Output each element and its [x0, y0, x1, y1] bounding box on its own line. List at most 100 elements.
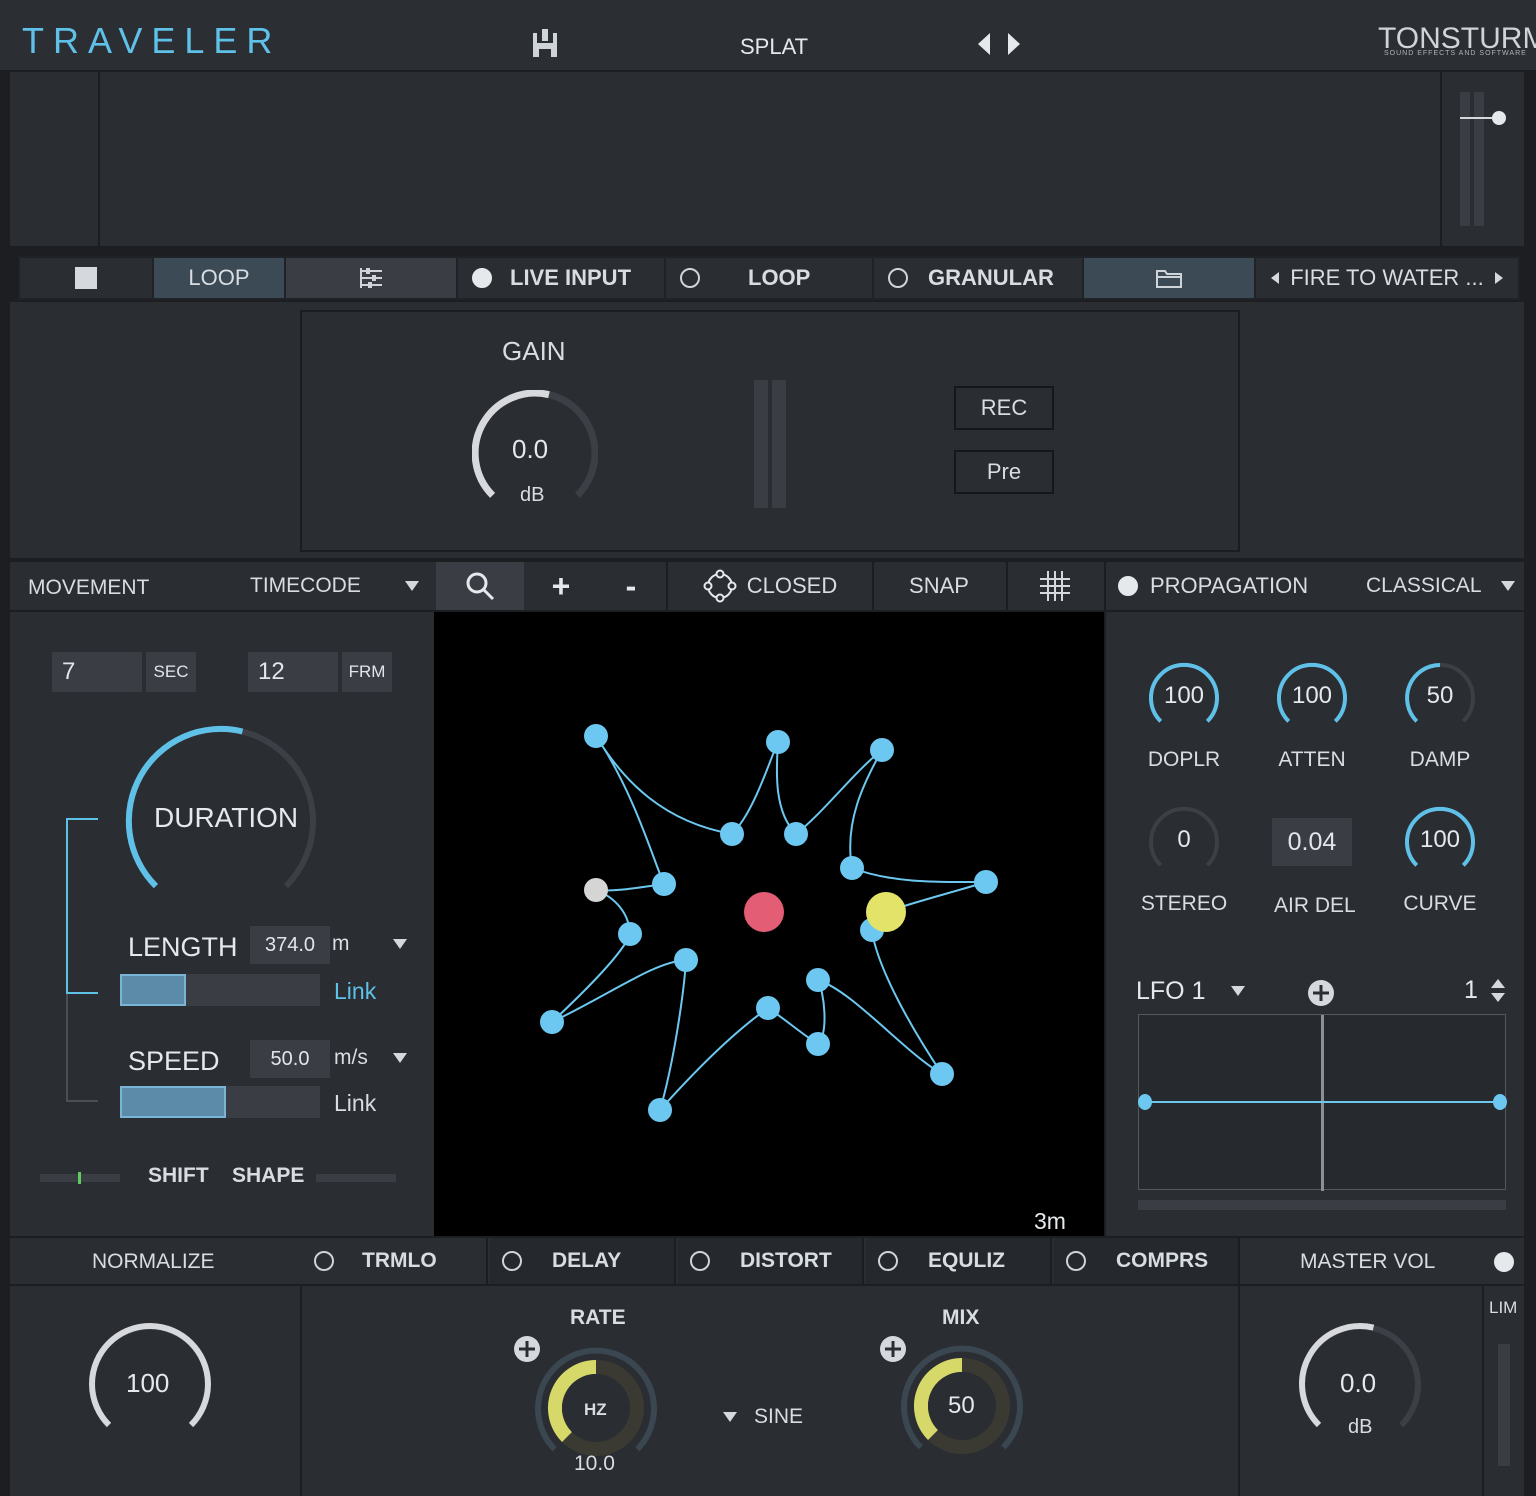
preset-name[interactable]: SPLAT	[740, 34, 808, 60]
effect-enable-radio[interactable]	[878, 1251, 898, 1271]
waveform-dropdown[interactable]: SINE	[722, 1402, 832, 1432]
prev-preset-icon[interactable]	[974, 30, 994, 58]
loop-button[interactable]: LOOP	[154, 258, 284, 298]
add-lfo-button[interactable]	[1306, 978, 1336, 1008]
lfo-editor[interactable]	[1138, 1014, 1507, 1191]
knob-atten[interactable]: 100 ATTEN	[1274, 660, 1350, 780]
path-node[interactable]	[540, 1010, 564, 1034]
add-node-button[interactable]: +	[526, 562, 596, 610]
file-selector[interactable]: FIRE TO WATER ...	[1256, 258, 1518, 298]
grid-button[interactable]	[1008, 562, 1102, 610]
path-node[interactable]	[766, 730, 790, 754]
closed-path-button[interactable]: CLOSED	[670, 562, 870, 610]
knob-value: 100	[1291, 682, 1333, 709]
path-node[interactable]	[756, 996, 780, 1020]
search-button[interactable]	[436, 562, 524, 610]
zoom-slider[interactable]	[1460, 92, 1506, 226]
length-unit-dropdown[interactable]	[390, 934, 410, 954]
length-input[interactable]: 374.0	[250, 926, 330, 964]
speed-label: SPEED	[128, 1046, 220, 1076]
path-node[interactable]	[584, 724, 608, 748]
lfo-point-end[interactable]	[1493, 1094, 1507, 1110]
effect-enable-radio[interactable]	[502, 1251, 522, 1271]
path-node[interactable]	[784, 822, 808, 846]
knob-value: 100	[1419, 826, 1461, 853]
tab-equliz[interactable]: EQULIZ	[866, 1238, 1052, 1284]
speed-link[interactable]: Link	[334, 1090, 376, 1117]
knob-curve[interactable]: 100 CURVE	[1402, 804, 1478, 924]
remove-node-button[interactable]: -	[596, 562, 666, 610]
tab-distort[interactable]: DISTORT	[678, 1238, 864, 1284]
seconds-input[interactable]: 7	[52, 652, 142, 692]
tab-comprs[interactable]: COMPRS	[1054, 1238, 1240, 1284]
path-node[interactable]	[806, 1032, 830, 1056]
tab-delay[interactable]: DELAY	[490, 1238, 676, 1284]
shape-slider[interactable]	[316, 1174, 396, 1182]
path-view[interactable]: 3m	[434, 612, 1104, 1236]
path-canvas[interactable]	[434, 612, 1104, 1236]
lfo-scrollbar[interactable]	[1138, 1200, 1506, 1210]
path-node[interactable]	[652, 872, 676, 896]
shift-slider[interactable]	[40, 1172, 120, 1184]
frames-input[interactable]: 12	[248, 652, 338, 692]
knob-damp[interactable]: 50 DAMP	[1402, 660, 1478, 780]
lfo-selector[interactable]: LFO 1	[1136, 974, 1246, 1008]
effect-enable-radio[interactable]	[1066, 1251, 1086, 1271]
tab-label: EQULIZ	[928, 1249, 1005, 1272]
link-bracket-top	[66, 818, 98, 994]
next-preset-icon[interactable]	[1004, 30, 1024, 58]
path-node[interactable]	[618, 922, 642, 946]
propagation-panel: 100 DOPLR 100 ATTEN 50 DAMP 0 STEREO 100 CURVE 0.…	[1106, 612, 1524, 1236]
path-node[interactable]	[806, 968, 830, 992]
knob-stereo[interactable]: 0 STEREO	[1141, 804, 1227, 924]
path-node[interactable]	[930, 1062, 954, 1086]
tab-trmlo[interactable]: TRMLO	[302, 1238, 488, 1284]
open-folder-button[interactable]	[1084, 258, 1254, 298]
source-node[interactable]	[866, 892, 906, 932]
timecode-dropdown[interactable]: TIMECODE	[250, 566, 420, 606]
propagation-radio[interactable]	[1118, 576, 1138, 596]
gain-value: 0.0	[512, 434, 549, 464]
search-icon	[466, 572, 495, 601]
pre-button[interactable]: Pre	[954, 450, 1054, 494]
path-node[interactable]	[674, 948, 698, 972]
speed-unit: m/s	[334, 1046, 368, 1069]
path-node[interactable]	[974, 870, 998, 894]
knob-value: 100	[1163, 682, 1205, 709]
speed-slider[interactable]	[120, 1086, 320, 1118]
effect-enable-radio[interactable]	[690, 1251, 710, 1271]
limiter-toggle[interactable]	[1494, 1252, 1514, 1272]
speed-input[interactable]: 50.0	[250, 1040, 330, 1078]
scale-label: 3m	[1034, 1208, 1066, 1234]
path-node[interactable]	[584, 878, 608, 902]
knob-doplr[interactable]: 100 DOPLR	[1146, 660, 1222, 780]
path-node[interactable]	[720, 822, 744, 846]
loop-source-radio[interactable]	[680, 268, 700, 288]
master-value: 0.0	[1340, 1368, 1377, 1398]
effect-enable-radio[interactable]	[314, 1251, 334, 1271]
listener-node[interactable]	[744, 892, 784, 932]
granular-radio[interactable]	[888, 268, 908, 288]
propagation-mode-dropdown[interactable]: CLASSICAL	[1366, 566, 1516, 606]
live-input-button[interactable]: LIVE INPUT	[458, 258, 664, 298]
live-input-radio[interactable]	[472, 268, 492, 288]
loop-source-button[interactable]: LOOP	[666, 258, 872, 298]
save-icon[interactable]	[528, 26, 562, 62]
lfo-count-stepper[interactable]	[1488, 976, 1508, 1006]
snap-button[interactable]: SNAP	[874, 562, 1004, 610]
effect-panel: RATE HZ 10.0 SINE MIX 50	[302, 1286, 1238, 1496]
granular-button[interactable]: GRANULAR	[874, 258, 1082, 298]
length-link[interactable]: Link	[334, 978, 376, 1005]
path-node[interactable]	[870, 738, 894, 762]
loop-settings-button[interactable]	[286, 258, 456, 298]
rec-button[interactable]: REC	[954, 386, 1054, 430]
waveform-panel[interactable]	[10, 72, 1524, 246]
lfo-point-start[interactable]	[1138, 1094, 1152, 1110]
path-node[interactable]	[648, 1098, 672, 1122]
speed-unit-dropdown[interactable]	[390, 1048, 410, 1068]
propagation-toggle[interactable]: PROPAGATION	[1118, 566, 1318, 606]
length-slider[interactable]	[120, 974, 320, 1006]
path-node[interactable]	[840, 856, 864, 880]
stop-button[interactable]	[20, 258, 152, 298]
air-delay-input[interactable]: 0.04	[1272, 818, 1352, 866]
